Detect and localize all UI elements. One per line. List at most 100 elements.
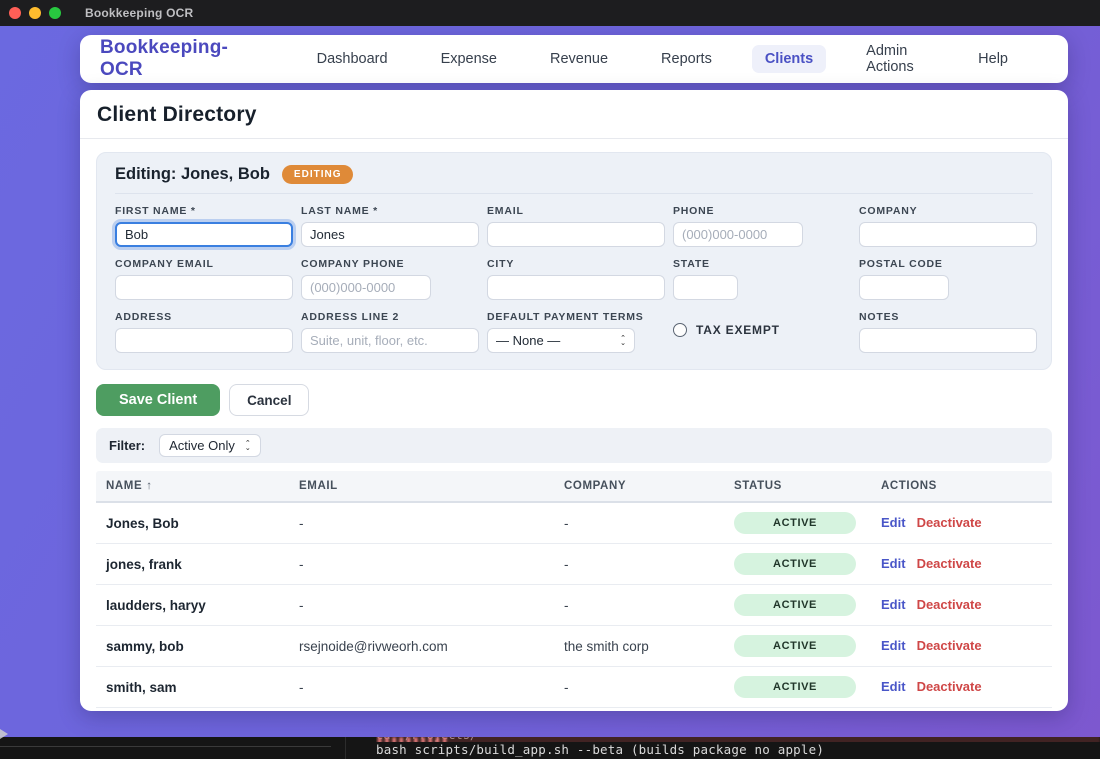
nav-item-admin-actions[interactable]: Admin Actions xyxy=(853,37,938,81)
notes-input[interactable] xyxy=(859,328,1037,353)
deactivate-link[interactable]: Deactivate xyxy=(917,597,982,612)
edit-link[interactable]: Edit xyxy=(881,638,906,653)
table-row: sammy, bobrsejnoide@rivweorh.comthe smit… xyxy=(96,626,1052,667)
field-city: CITY xyxy=(487,258,665,300)
phone-input[interactable] xyxy=(673,222,803,247)
column-header-name[interactable]: NAME↑ xyxy=(106,480,299,492)
company-input[interactable] xyxy=(859,222,1037,247)
edit-link[interactable]: Edit xyxy=(881,556,906,571)
actions-cell: Edit Deactivate xyxy=(881,637,1061,655)
field-company-email: COMPANY EMAIL xyxy=(115,258,293,300)
client-email: - xyxy=(299,598,564,613)
deactivate-link[interactable]: Deactivate xyxy=(917,515,982,530)
deactivate-link[interactable]: Deactivate xyxy=(917,679,982,694)
filter-select[interactable]: Active Only ⌃⌄ xyxy=(159,434,261,457)
first-name-input[interactable] xyxy=(115,222,293,247)
payment-terms-select[interactable]: — None — ⌃⌄ xyxy=(487,328,635,353)
phone-label: PHONE xyxy=(673,205,851,217)
actions-cell: Edit Deactivate xyxy=(881,596,1061,614)
close-window-button[interactable] xyxy=(9,7,21,19)
nav-item-help[interactable]: Help xyxy=(965,45,1021,73)
client-email: - xyxy=(299,680,564,695)
nav-item-clients[interactable]: Clients xyxy=(752,45,826,73)
table-header: NAME↑ EMAIL COMPANY STATUS ACTIONS xyxy=(96,471,1052,503)
status-cell: ACTIVE xyxy=(734,512,881,534)
top-nav: Bookkeeping-OCR Dashboard Expense Revenue R… xyxy=(80,35,1068,83)
zoom-window-button[interactable] xyxy=(49,7,61,19)
filter-value: Active Only xyxy=(169,438,235,453)
client-name: Jones, Bob xyxy=(106,516,299,531)
save-client-button[interactable]: Save Client xyxy=(96,384,220,416)
tax-exempt-label: TAX EXEMPT xyxy=(696,323,780,337)
company-phone-input[interactable] xyxy=(301,275,431,300)
address-input[interactable] xyxy=(115,328,293,353)
sort-ascending-icon: ↑ xyxy=(146,480,152,492)
status-badge: ACTIVE xyxy=(734,676,856,698)
nav-item-expense[interactable]: Expense xyxy=(428,45,510,73)
terminal-left-pane xyxy=(0,737,346,759)
nav-item-dashboard[interactable]: Dashboard xyxy=(304,45,401,73)
client-edit-form: Editing: Jones, Bob EDITING FIRST NAME *… xyxy=(96,152,1052,370)
edit-link[interactable]: Edit xyxy=(881,515,906,530)
client-company: - xyxy=(564,516,734,531)
client-name: laudders, haryy xyxy=(106,598,299,613)
status-cell: ACTIVE xyxy=(734,635,881,657)
table-row: laudders, haryy--ACTIVEEditDeactivate xyxy=(96,585,1052,626)
column-header-status[interactable]: STATUS xyxy=(734,480,881,492)
client-company: - xyxy=(564,557,734,572)
deactivate-link[interactable]: Deactivate xyxy=(917,638,982,653)
client-email: - xyxy=(299,516,564,531)
field-tax-exempt: TAX EXEMPT xyxy=(673,317,851,342)
first-name-label: FIRST NAME * xyxy=(115,205,293,217)
table-row: Jones, Bob--ACTIVEEditDeactivate xyxy=(96,503,1052,544)
address2-input[interactable] xyxy=(301,328,479,353)
minimize-window-button[interactable] xyxy=(29,7,41,19)
app-logo[interactable]: Bookkeeping-OCR xyxy=(100,37,264,81)
table-row: smith, sammy--ACTIVEEditDeactivate xyxy=(96,708,1052,711)
status-badge: ACTIVE xyxy=(734,594,856,616)
last-name-label: LAST NAME * xyxy=(301,205,479,217)
field-company: COMPANY xyxy=(859,205,1037,247)
chevron-updown-icon: ⌃⌄ xyxy=(620,336,626,346)
edit-link[interactable]: Edit xyxy=(881,597,906,612)
field-first-name: FIRST NAME * xyxy=(115,205,293,247)
table-row: jones, frank--ACTIVEEditDeactivate xyxy=(96,544,1052,585)
nav-item-reports[interactable]: Reports xyxy=(648,45,725,73)
status-cell: ACTIVE xyxy=(734,553,881,575)
field-postal-code: POSTAL CODE xyxy=(859,258,1037,300)
state-input[interactable] xyxy=(673,275,738,300)
cancel-button[interactable]: Cancel xyxy=(229,384,309,416)
postal-code-input[interactable] xyxy=(859,275,949,300)
state-label: STATE xyxy=(673,258,851,270)
company-email-input[interactable] xyxy=(115,275,293,300)
terminal-right-pane: cd ~/Projects/▮▮▮▮▮▮▮▮▮▮ bash scripts/bu… xyxy=(346,737,1100,759)
actions-cell: Edit Deactivate xyxy=(881,514,1061,532)
client-email: - xyxy=(299,557,564,572)
titlebar: Bookkeeping OCR xyxy=(0,0,1100,26)
last-name-input[interactable] xyxy=(301,222,479,247)
deactivate-link[interactable]: Deactivate xyxy=(917,556,982,571)
client-name: smith, sam xyxy=(106,680,299,695)
terminal-background: cd ~/Projects/▮▮▮▮▮▮▮▮▮▮ bash scripts/bu… xyxy=(0,737,1100,759)
column-header-company[interactable]: COMPANY xyxy=(564,480,734,492)
tax-exempt-checkbox[interactable] xyxy=(673,323,687,337)
postal-code-label: POSTAL CODE xyxy=(859,258,1037,270)
client-company: - xyxy=(564,680,734,695)
email-input[interactable] xyxy=(487,222,665,247)
city-label: CITY xyxy=(487,258,665,270)
payment-terms-label: DEFAULT PAYMENT TERMS xyxy=(487,311,665,323)
app-backdrop: Bookkeeping-OCR Dashboard Expense Revenue R… xyxy=(0,26,1100,737)
table-row: smith, sam--ACTIVEEditDeactivate xyxy=(96,667,1052,708)
filter-bar: Filter: Active Only ⌃⌄ xyxy=(96,428,1052,463)
address2-label: ADDRESS LINE 2 xyxy=(301,311,479,323)
column-header-actions: ACTIONS xyxy=(881,480,1061,492)
client-name: jones, frank xyxy=(106,557,299,572)
form-actions: Save Client Cancel xyxy=(96,384,1052,416)
edit-link[interactable]: Edit xyxy=(881,679,906,694)
status-badge: ACTIVE xyxy=(734,512,856,534)
column-header-email[interactable]: EMAIL xyxy=(299,480,564,492)
terminal-command-line: bash scripts/build_app.sh --beta (builds… xyxy=(376,742,1100,757)
nav-item-revenue[interactable]: Revenue xyxy=(537,45,621,73)
city-input[interactable] xyxy=(487,275,665,300)
window-title: Bookkeeping OCR xyxy=(85,6,193,20)
